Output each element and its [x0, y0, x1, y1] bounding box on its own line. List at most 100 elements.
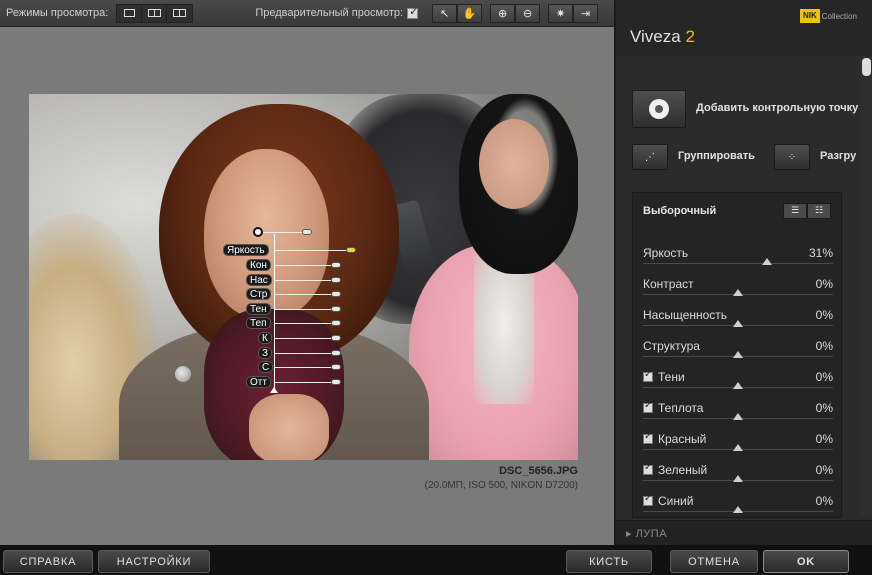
bulb-button[interactable]: ✷: [548, 3, 574, 23]
slider-label-text: Синий: [658, 494, 694, 508]
zoom-out-button[interactable]: ⊖: [515, 3, 541, 23]
slider-checkbox[interactable]: [643, 462, 653, 475]
control-point-knob[interactable]: [331, 276, 341, 283]
slider-thumb[interactable]: [733, 444, 743, 451]
ok-button[interactable]: OK: [763, 550, 849, 573]
slider-checkbox[interactable]: [643, 400, 653, 413]
bulb-icon: ✷: [556, 6, 566, 20]
app-version: 2: [685, 27, 695, 46]
slider-label: Тени: [643, 369, 685, 384]
top-toolbar: Режимы просмотра: Предварительный просмо…: [0, 0, 614, 27]
slider-track[interactable]: [643, 263, 833, 264]
control-point-knob[interactable]: [331, 320, 341, 327]
slider-thumb[interactable]: [733, 351, 743, 358]
slider-label-text: Зеленый: [658, 463, 708, 477]
pointer-tool-button[interactable]: ↖: [432, 3, 458, 23]
slider-row: Теплота 0%: [643, 400, 833, 432]
preview-label: Предварительный просмотр:: [255, 7, 404, 19]
slider-thumb[interactable]: [733, 382, 743, 389]
control-point-label: Отт: [246, 375, 271, 388]
panel-header: NIK Collection Viveza 2: [616, 0, 872, 56]
view-mode-split-button[interactable]: [142, 4, 168, 22]
control-point-track[interactable]: [274, 308, 336, 310]
control-point-track[interactable]: [274, 381, 336, 383]
group-button[interactable]: ⋰: [632, 144, 668, 170]
slider-row: Зеленый 0%: [643, 462, 833, 494]
preview-checkbox[interactable]: [407, 5, 418, 19]
brush-button[interactable]: КИСТЬ: [566, 550, 652, 573]
view-mode-single-button[interactable]: [117, 4, 143, 22]
slider-checkbox[interactable]: [643, 369, 653, 382]
loupe-label: ▸ ЛУПА: [626, 528, 668, 540]
control-point-track[interactable]: [274, 294, 336, 296]
hand-tool-button[interactable]: ✋: [457, 3, 483, 23]
photo-preview[interactable]: Яркость Кон Нас Стр Тен Теп К З С Отт: [29, 94, 578, 460]
control-point-knob[interactable]: [331, 291, 341, 298]
control-point-track[interactable]: [274, 352, 336, 354]
control-point-track[interactable]: [274, 279, 336, 281]
split-view-icon: [147, 9, 161, 17]
control-point-stem: [274, 234, 275, 389]
file-info: (20.0МП, ISO 500, NIKON D7200): [424, 480, 578, 491]
view-modes-label: Режимы просмотра:: [6, 7, 109, 19]
slider-checkbox[interactable]: [643, 431, 653, 444]
slider-label-text: Яркость: [643, 246, 689, 260]
panel-scroll-thumb[interactable]: [862, 58, 871, 76]
slider-label-text: Тени: [658, 370, 685, 384]
bottom-bar: СПРАВКА НАСТРОЙКИ КИСТЬ ОТМЕНА OK: [0, 545, 872, 575]
add-control-point-label: Добавить контрольную точку: [696, 102, 859, 114]
help-button[interactable]: СПРАВКА: [3, 550, 93, 573]
control-point-track[interactable]: [274, 250, 354, 251]
slider-thumb[interactable]: [733, 506, 743, 513]
slider-row: Насыщенность 0%: [643, 308, 833, 339]
export-button[interactable]: ⇥: [573, 3, 599, 23]
control-point-knob[interactable]: [331, 364, 341, 371]
control-point-node[interactable]: [253, 227, 263, 237]
control-point-label: Стр: [246, 288, 272, 301]
control-point-track[interactable]: [274, 338, 336, 339]
slider-thumb[interactable]: [733, 475, 743, 482]
control-point-collapse-arrow[interactable]: [270, 387, 278, 393]
slider-checkbox[interactable]: [643, 493, 653, 506]
control-point-knob[interactable]: [331, 262, 341, 268]
control-point-track[interactable]: [274, 323, 336, 325]
list-view-button[interactable]: ☷: [807, 203, 831, 219]
ungroup-icon: ⁘: [787, 151, 797, 163]
slider-thumb[interactable]: [733, 289, 743, 296]
slider-thumb[interactable]: [733, 320, 743, 327]
panel-scrollbar[interactable]: [860, 56, 872, 516]
control-point-label: Тен: [246, 302, 271, 315]
slider-value: 31%: [808, 246, 833, 260]
section-title: Выборочный: [643, 205, 717, 217]
add-control-point-button[interactable]: [632, 90, 686, 128]
control-point-radius-knob[interactable]: [302, 229, 312, 235]
control-point-knob[interactable]: [346, 247, 356, 253]
slider-thumb[interactable]: [762, 258, 773, 265]
zoom-in-button[interactable]: ⊕: [490, 3, 516, 23]
slider-label-text: Структура: [643, 339, 700, 353]
control-point-knob[interactable]: [331, 349, 341, 356]
preview-canvas[interactable]: Яркость Кон Нас Стр Тен Теп К З С Отт DSC_5656.JP…: [0, 27, 614, 545]
settings-button[interactable]: НАСТРОЙКИ: [98, 550, 210, 573]
hand-icon: ✋: [462, 6, 477, 20]
control-point-label: Нас: [246, 273, 272, 286]
control-point-icon: [649, 99, 669, 119]
control-point-track[interactable]: [274, 265, 336, 266]
loupe-section[interactable]: ▸ ЛУПА: [616, 520, 872, 545]
control-point-knob[interactable]: [331, 378, 341, 385]
expand-all-button[interactable]: ☰: [783, 203, 807, 219]
control-point-knob[interactable]: [331, 305, 341, 312]
ungroup-button[interactable]: ⁘: [774, 144, 810, 170]
export-icon: ⇥: [581, 6, 591, 20]
group-label: Группировать: [678, 150, 755, 162]
slider-value: 0%: [815, 339, 833, 353]
view-mode-side-by-side-button[interactable]: [167, 5, 192, 22]
zoom-out-icon: ⊖: [523, 6, 533, 20]
slider-thumb[interactable]: [733, 413, 743, 420]
cancel-button[interactable]: ОТМЕНА: [670, 550, 758, 573]
app-title: Viveza 2: [630, 27, 695, 47]
slider-label-text: Контраст: [643, 277, 694, 291]
slider-label: Яркость: [643, 246, 688, 260]
control-point-knob[interactable]: [331, 335, 341, 341]
control-point-track[interactable]: [274, 367, 336, 369]
